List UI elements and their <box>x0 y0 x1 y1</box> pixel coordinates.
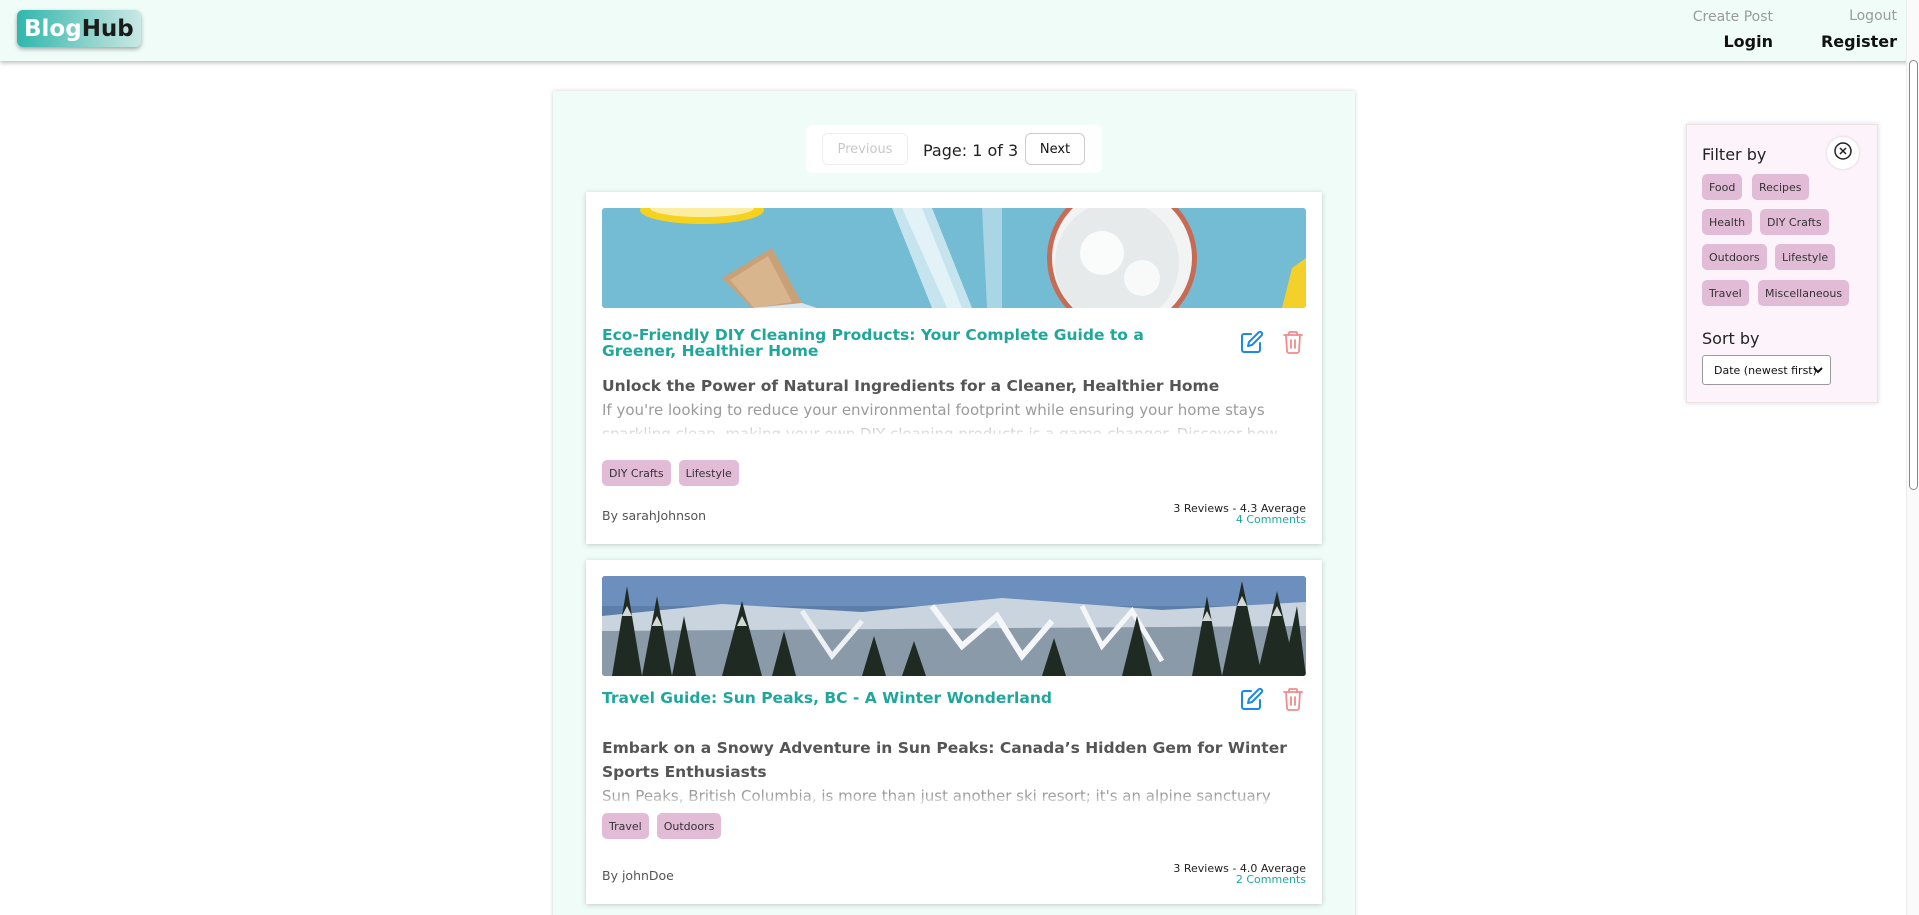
delete-icon[interactable] <box>1282 330 1304 354</box>
filter-tag-travel[interactable]: Travel <box>1702 280 1749 306</box>
filter-tag-miscellaneous[interactable]: Miscellaneous <box>1758 280 1850 306</box>
sort-title: Sort by <box>1702 329 1760 348</box>
logo-blog-text: Blog <box>24 15 82 42</box>
post-card: Eco-Friendly DIY Cleaning Products: Your… <box>586 192 1322 544</box>
tag-outdoors[interactable]: Outdoors <box>656 813 722 839</box>
post-image[interactable] <box>602 576 1306 676</box>
next-page-button[interactable]: Next <box>1025 133 1085 165</box>
post-list-container: Previous Page: 1 of 3 Next Eco-Friendly … <box>553 91 1355 915</box>
post-title[interactable]: Travel Guide: Sun Peaks, BC - A Winter W… <box>602 690 1222 706</box>
post-excerpt: If you're looking to reduce your environ… <box>602 401 1278 434</box>
filter-tag-diy-crafts[interactable]: DIY Crafts <box>1760 209 1829 235</box>
scrollbar-thumb[interactable] <box>1909 60 1918 490</box>
login-link[interactable]: Login <box>1723 32 1773 51</box>
sort-selected-value: Date (newest first) <box>1714 363 1817 377</box>
post-card: Travel Guide: Sun Peaks, BC - A Winter W… <box>586 560 1322 904</box>
edit-icon[interactable] <box>1240 687 1264 711</box>
close-filter-button[interactable] <box>1827 137 1859 169</box>
delete-icon[interactable] <box>1282 687 1304 711</box>
sort-select[interactable]: Date (newest first) <box>1702 355 1831 385</box>
filter-title: Filter by <box>1702 145 1767 164</box>
logout-link[interactable]: Logout <box>1849 8 1897 24</box>
filter-panel: Filter by Food Recipes Health DIY Crafts… <box>1686 124 1878 403</box>
register-link[interactable]: Register <box>1821 32 1897 51</box>
post-image[interactable] <box>602 208 1306 308</box>
post-comments-link[interactable]: 4 Comments <box>1236 513 1306 526</box>
filter-tag-food[interactable]: Food <box>1702 174 1743 200</box>
post-tags: DIY Crafts Lifestyle <box>602 460 739 486</box>
post-tags: Travel Outdoors <box>602 813 722 839</box>
post-subtitle: Embark on a Snowy Adventure in Sun Peaks… <box>602 739 1287 781</box>
top-navbar: Blog Hub Create Post Logout Login Registe… <box>0 0 1919 61</box>
edit-icon[interactable] <box>1240 330 1264 354</box>
page-indicator: Page: 1 of 3 <box>923 141 1019 160</box>
logo-hub-text: Hub <box>81 15 134 42</box>
tag-lifestyle[interactable]: Lifestyle <box>678 460 739 486</box>
post-comments-link[interactable]: 2 Comments <box>1236 873 1306 886</box>
filter-tag-outdoors[interactable]: Outdoors <box>1702 244 1767 270</box>
filter-tag-recipes[interactable]: Recipes <box>1752 174 1809 200</box>
post-subtitle: Unlock the Power of Natural Ingredients … <box>602 377 1220 395</box>
bloghub-logo[interactable]: Blog Hub <box>17 10 141 47</box>
post-author: By johnDoe <box>602 868 674 883</box>
post-excerpt: Sun Peaks, British Columbia, is more tha… <box>602 787 1271 804</box>
page-scrollbar[interactable] <box>1906 0 1919 915</box>
tag-diy-crafts[interactable]: DIY Crafts <box>602 460 671 486</box>
close-circle-icon <box>1833 141 1853 165</box>
post-author: By sarahJohnson <box>602 508 707 523</box>
chevron-down-icon <box>1812 364 1824 379</box>
filter-tag-lifestyle[interactable]: Lifestyle <box>1775 244 1836 270</box>
previous-page-button[interactable]: Previous <box>822 133 908 165</box>
post-title[interactable]: Eco-Friendly DIY Cleaning Products: Your… <box>602 327 1222 359</box>
filter-tag-health[interactable]: Health <box>1702 209 1753 235</box>
create-post-link[interactable]: Create Post <box>1693 9 1773 25</box>
tag-travel[interactable]: Travel <box>602 813 649 839</box>
